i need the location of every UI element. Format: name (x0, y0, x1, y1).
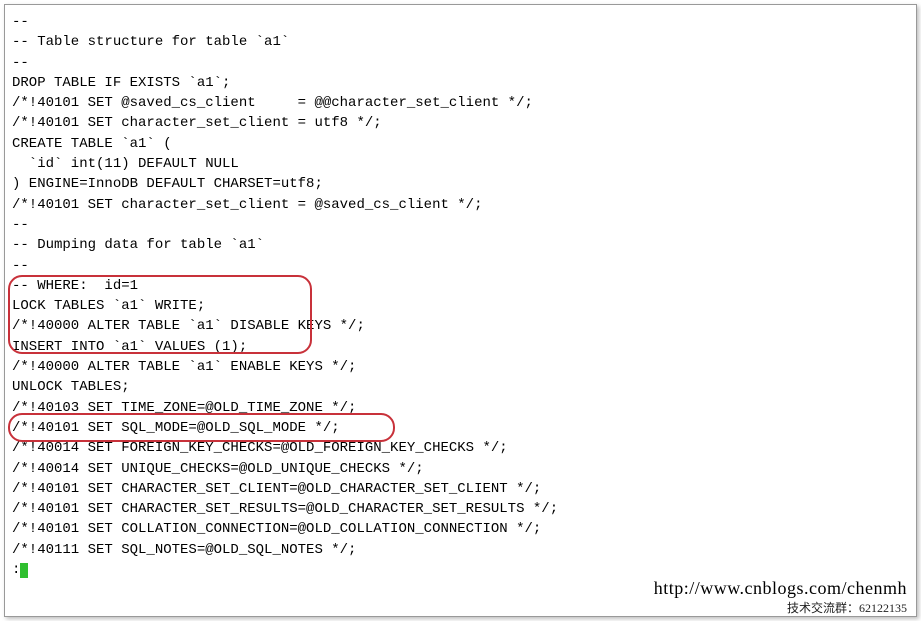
code-line: DROP TABLE IF EXISTS `a1`; (12, 73, 909, 93)
code-line: /*!40014 SET FOREIGN_KEY_CHECKS=@OLD_FOR… (12, 438, 909, 458)
code-line: /*!40101 SET CHARACTER_SET_RESULTS=@OLD_… (12, 499, 909, 519)
code-line: /*!40101 SET CHARACTER_SET_CLIENT=@OLD_C… (12, 479, 909, 499)
code-line: UNLOCK TABLES; (12, 377, 909, 397)
sql-dump-content: -- -- Table structure for table `a1` -- … (0, 8, 921, 588)
code-line: /*!40101 SET @saved_cs_client = @@charac… (12, 93, 909, 113)
code-line: /*!40014 SET UNIQUE_CHECKS=@OLD_UNIQUE_C… (12, 459, 909, 479)
code-line: /*!40000 ALTER TABLE `a1` ENABLE KEYS */… (12, 357, 909, 377)
code-line: LOCK TABLES `a1` WRITE; (12, 296, 909, 316)
watermark-group: 技术交流群：62122135 (787, 600, 907, 617)
code-line: /*!40101 SET character_set_client = @sav… (12, 195, 909, 215)
code-line: ) ENGINE=InnoDB DEFAULT CHARSET=utf8; (12, 174, 909, 194)
prompt-colon: : (12, 560, 20, 580)
code-line: /*!40000 ALTER TABLE `a1` DISABLE KEYS *… (12, 316, 909, 336)
code-line: /*!40101 SET character_set_client = utf8… (12, 113, 909, 133)
code-line: -- (12, 53, 909, 73)
code-line: -- (12, 215, 909, 235)
code-line: /*!40101 SET COLLATION_CONNECTION=@OLD_C… (12, 519, 909, 539)
terminal-frame: -- -- Table structure for table `a1` -- … (0, 0, 921, 621)
code-line: CREATE TABLE `a1` ( (12, 134, 909, 154)
prompt-line[interactable]: : (12, 560, 909, 580)
code-line: -- WHERE: id=1 (12, 276, 909, 296)
code-line: /*!40101 SET SQL_MODE=@OLD_SQL_MODE */; (12, 418, 909, 438)
code-line: `id` int(11) DEFAULT NULL (12, 154, 909, 174)
code-line: /*!40103 SET TIME_ZONE=@OLD_TIME_ZONE */… (12, 398, 909, 418)
code-line: -- Table structure for table `a1` (12, 32, 909, 52)
cursor-icon (20, 563, 28, 578)
code-line: -- (12, 12, 909, 32)
code-line: /*!40111 SET SQL_NOTES=@OLD_SQL_NOTES */… (12, 540, 909, 560)
code-line: -- (12, 256, 909, 276)
code-line: -- Dumping data for table `a1` (12, 235, 909, 255)
code-line: INSERT INTO `a1` VALUES (1); (12, 337, 909, 357)
